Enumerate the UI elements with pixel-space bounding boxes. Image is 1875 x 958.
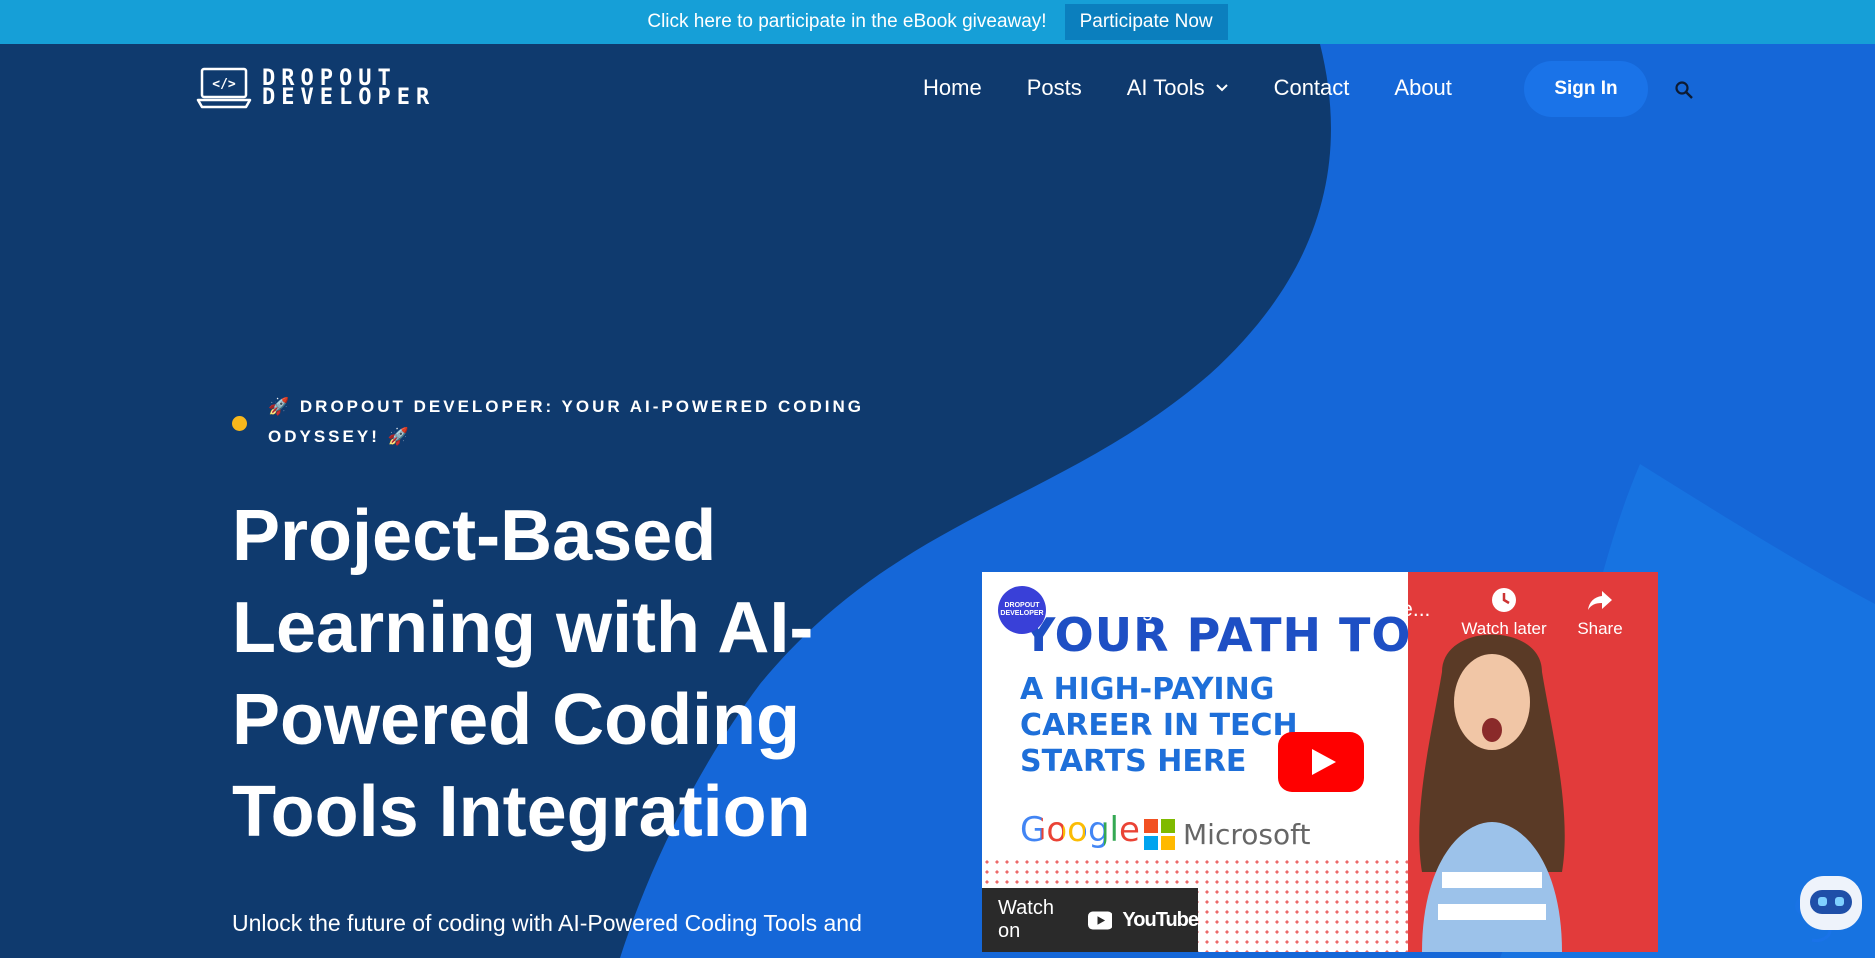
share-arrow-icon (1588, 591, 1612, 610)
hero-headline: Project-Based Learning with AI- Powered … (232, 490, 932, 858)
laptop-code-icon: </> (196, 67, 252, 109)
microsoft-logo: Microsoft (1144, 818, 1310, 851)
search-icon[interactable] (1674, 80, 1694, 100)
main-nav: Home Posts AI Tools Contact About (923, 64, 1497, 112)
microsoft-grid-icon (1144, 819, 1175, 850)
youtube-embed[interactable]: YOUR PATH TO A HIGH-PAYING CAREER IN TEC… (982, 572, 1658, 952)
channel-avatar[interactable]: DROPOUT DEVELOPER (998, 586, 1046, 634)
play-button-icon[interactable] (1278, 732, 1364, 792)
share-label: Share (1577, 619, 1623, 638)
nav-ai-tools[interactable]: AI Tools (1127, 75, 1229, 101)
tagline-text: 🚀 DROPOUT DEVELOPER: YOUR AI-POWERED COD… (268, 397, 864, 446)
thumbnail-line-2: CAREER IN TECH (1020, 708, 1298, 743)
thumbnail-line-3: STARTS HERE (1020, 744, 1247, 779)
nav-posts[interactable]: Posts (1027, 75, 1082, 101)
nav-home[interactable]: Home (923, 75, 982, 101)
headline-line-3: Powered Coding (232, 680, 801, 760)
logo-wordmark: DROPOUT DEVELOPER (262, 68, 436, 110)
headline-line-4: Tools Integration (232, 772, 811, 852)
tagline-dot (232, 416, 247, 431)
microsoft-logo-text: Microsoft (1183, 818, 1311, 851)
youtube-wordmark: YouTube (1122, 908, 1199, 931)
headline-line-1: Project-Based (232, 496, 717, 576)
youtube-logo-icon (1087, 910, 1113, 930)
share-button[interactable]: Share (1562, 586, 1638, 639)
watch-later-label: Watch later (1461, 619, 1547, 638)
chatbot-robot-icon[interactable] (1790, 866, 1870, 946)
nav-contact[interactable]: Contact (1274, 75, 1350, 101)
site-header: </> DROPOUT DEVELOPER Home Posts AI Tool… (0, 44, 1875, 134)
watch-on-label: Watch on (998, 897, 1054, 942)
google-logo-text: Google (1020, 810, 1140, 850)
svg-text:</>: </> (212, 77, 236, 92)
nav-about[interactable]: About (1394, 75, 1452, 101)
headline-line-2: Learning with AI- (232, 588, 814, 668)
watch-on-youtube-button[interactable]: Watch on YouTube (982, 888, 1199, 952)
site-logo[interactable]: </> DROPOUT DEVELOPER (196, 66, 435, 110)
clock-icon (1492, 588, 1516, 612)
woman-illustration (1419, 634, 1565, 952)
google-logo: Google (1020, 810, 1140, 850)
watch-later-button[interactable]: Watch later (1456, 586, 1552, 639)
chevron-down-icon (1215, 84, 1228, 92)
hero-subtext: Unlock the future of coding with AI-Powe… (232, 910, 862, 936)
announcement-bar: Click here to participate in the eBook g… (0, 0, 1875, 44)
participate-now-button[interactable]: Participate Now (1064, 4, 1228, 40)
logo-line-2: DEVELOPER (262, 85, 436, 110)
thumbnail-line-1: A HIGH-PAYING (1020, 672, 1275, 707)
announcement-text[interactable]: Click here to participate in the eBook g… (647, 11, 1046, 33)
sign-in-button[interactable]: Sign In (1524, 61, 1648, 117)
video-title[interactable]: Becoming a Tech Pro WITHOUT A De... (1060, 598, 1450, 622)
nav-ai-tools-label: AI Tools (1126, 75, 1205, 100)
